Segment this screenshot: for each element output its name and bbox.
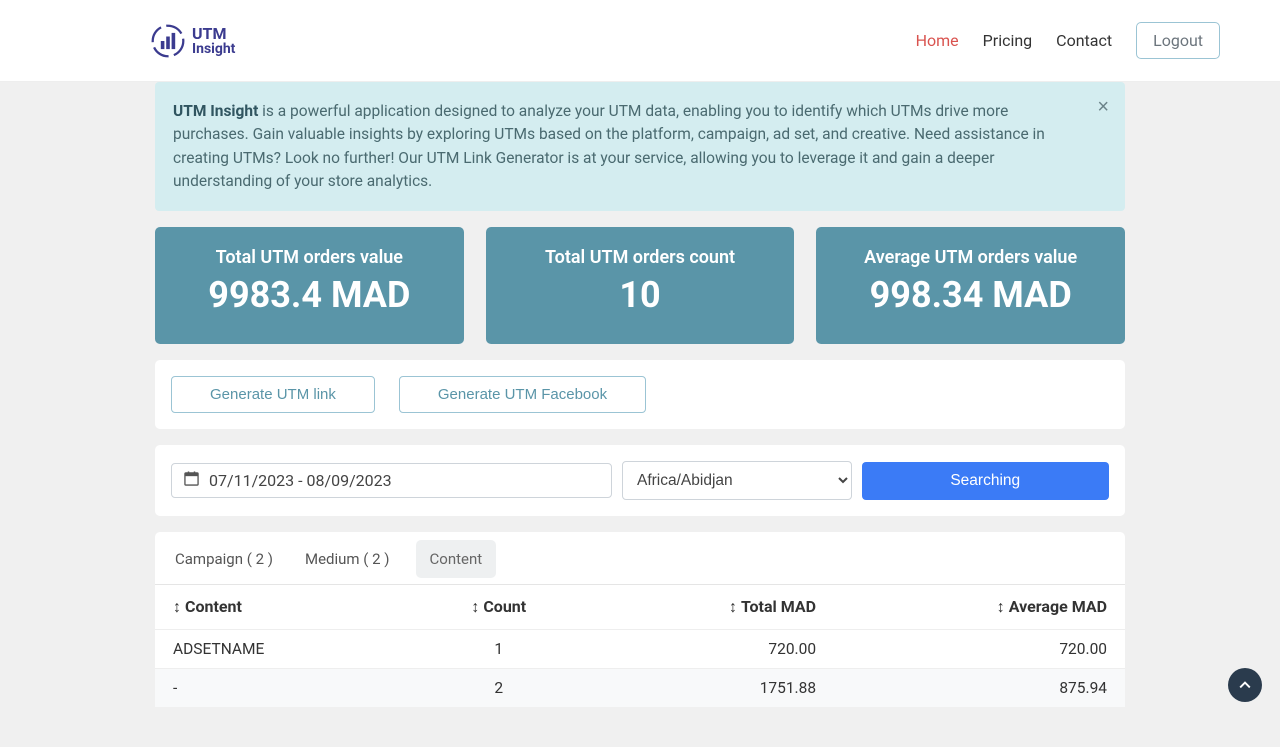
col-content[interactable]: ↕Content bbox=[155, 585, 408, 630]
stat-total-value: Total UTM orders value 9983.4 MAD bbox=[155, 227, 464, 344]
stat-total-count: Total UTM orders count 10 bbox=[486, 227, 795, 344]
col-count[interactable]: ↕Count bbox=[408, 585, 589, 630]
cell-average: 875.94 bbox=[834, 669, 1125, 708]
stats-row: Total UTM orders value 9983.4 MAD Total … bbox=[155, 227, 1125, 344]
alert-body: is a powerful application designed to an… bbox=[173, 102, 1045, 190]
stat-value: 998.34 MAD bbox=[826, 274, 1115, 316]
cell-average: 720.00 bbox=[834, 630, 1125, 669]
nav-pricing[interactable]: Pricing bbox=[983, 31, 1033, 50]
stat-label: Average UTM orders value bbox=[826, 247, 1115, 268]
col-average[interactable]: ↕Average MAD bbox=[834, 585, 1125, 630]
results-panel: Campaign ( 2 ) Medium ( 2 ) Content ↕Con… bbox=[155, 532, 1125, 707]
stat-avg-value: Average UTM orders value 998.34 MAD bbox=[816, 227, 1125, 344]
logo-text: UTM Insight bbox=[192, 26, 235, 56]
cell-total: 720.00 bbox=[589, 630, 834, 669]
info-alert: UTM Insight is a powerful application de… bbox=[155, 82, 1125, 211]
sort-icon: ↕ bbox=[997, 597, 1005, 616]
table-row: - 2 1751.88 875.94 bbox=[155, 669, 1125, 708]
cell-count: 2 bbox=[408, 669, 589, 708]
tab-content[interactable]: Content bbox=[416, 540, 497, 578]
sort-icon: ↕ bbox=[173, 597, 181, 616]
cell-total: 1751.88 bbox=[589, 669, 834, 708]
tabs: Campaign ( 2 ) Medium ( 2 ) Content bbox=[155, 540, 1125, 584]
col-total[interactable]: ↕Total MAD bbox=[589, 585, 834, 630]
alert-brand: UTM Insight bbox=[173, 102, 258, 120]
nav-logout[interactable]: Logout bbox=[1136, 22, 1220, 59]
generate-utm-link-button[interactable]: Generate UTM link bbox=[171, 376, 375, 413]
stat-value: 9983.4 MAD bbox=[165, 274, 454, 316]
tab-medium[interactable]: Medium ( 2 ) bbox=[299, 542, 396, 576]
timezone-select[interactable]: Africa/Abidjan bbox=[622, 461, 852, 500]
search-button[interactable]: Searching bbox=[862, 462, 1110, 500]
nav-home[interactable]: Home bbox=[916, 31, 959, 50]
top-navbar: UTM Insight Home Pricing Contact Logout bbox=[0, 0, 1280, 82]
generate-utm-facebook-button[interactable]: Generate UTM Facebook bbox=[399, 376, 646, 413]
search-panel: 07/11/2023 - 08/09/2023 Africa/Abidjan S… bbox=[155, 445, 1125, 516]
table-row: ADSETNAME 1 720.00 720.00 bbox=[155, 630, 1125, 669]
calendar-icon bbox=[184, 471, 199, 490]
sort-icon: ↕ bbox=[729, 597, 737, 616]
cell-content: - bbox=[155, 669, 408, 708]
nav-contact[interactable]: Contact bbox=[1056, 31, 1112, 50]
date-range-value: 07/11/2023 - 08/09/2023 bbox=[209, 471, 392, 490]
scroll-to-top-button[interactable] bbox=[1228, 668, 1262, 702]
results-table: ↕Content ↕Count ↕Total MAD ↕Average MAD … bbox=[155, 584, 1125, 707]
cell-count: 1 bbox=[408, 630, 589, 669]
chevron-up-icon bbox=[1239, 679, 1251, 691]
logo-icon bbox=[150, 23, 186, 59]
logo[interactable]: UTM Insight bbox=[150, 23, 235, 59]
cell-content: ADSETNAME bbox=[155, 630, 408, 669]
stat-label: Total UTM orders value bbox=[165, 247, 454, 268]
sort-icon: ↕ bbox=[471, 597, 479, 616]
main-nav: Home Pricing Contact Logout bbox=[916, 22, 1220, 59]
stat-value: 10 bbox=[496, 274, 785, 316]
close-icon[interactable]: × bbox=[1097, 96, 1109, 119]
tab-campaign[interactable]: Campaign ( 2 ) bbox=[169, 542, 279, 576]
stat-label: Total UTM orders count bbox=[496, 247, 785, 268]
date-range-input[interactable]: 07/11/2023 - 08/09/2023 bbox=[171, 463, 612, 498]
generate-panel: Generate UTM link Generate UTM Facebook bbox=[155, 360, 1125, 429]
